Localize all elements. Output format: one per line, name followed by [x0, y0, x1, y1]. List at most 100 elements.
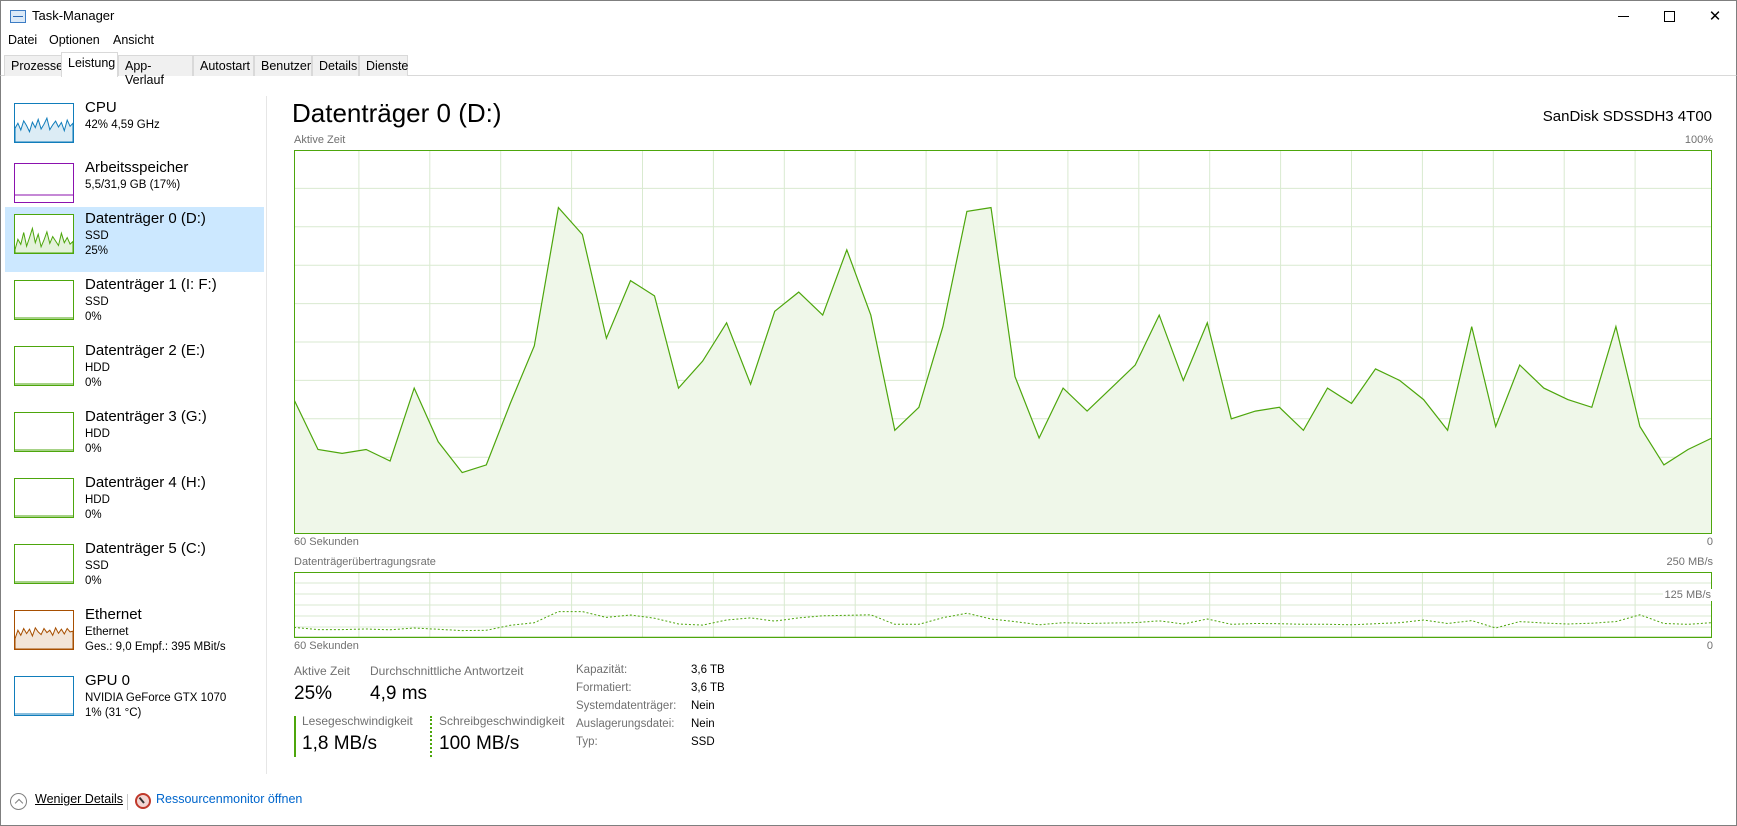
minimize-button[interactable]: [1600, 1, 1646, 31]
resource-monitor-link[interactable]: Ressourcenmonitor öffnen: [156, 792, 302, 806]
memory-graph-icon: [14, 163, 74, 203]
sidebar-item-4[interactable]: Datenträger 2 (E:) HDD 0%: [5, 339, 264, 404]
sidebar-item-detail: HDD: [85, 362, 110, 374]
sidebar-item-name: GPU 0: [85, 672, 131, 689]
maximize-button[interactable]: [1646, 1, 1692, 31]
fewer-details-button[interactable]: Weniger Details: [35, 792, 123, 806]
response-time-label: Durchschnittliche Antwortzeit: [370, 664, 524, 678]
pagefile-label: Auslagerungsdatei:: [576, 718, 675, 730]
disk-graph-icon: [14, 544, 74, 584]
sidebar-item-name: Arbeitsspeicher: [85, 159, 189, 176]
sidebar-item-detail: SSD: [85, 230, 109, 242]
sidebar-item-detail: SSD: [85, 296, 109, 308]
disk-graph-icon: [14, 346, 74, 386]
graph2-max-label: 250 MB/s: [1666, 556, 1713, 568]
tab-dienste[interactable]: Dienste: [359, 55, 408, 76]
sidebar-item-9[interactable]: GPU 0 NVIDIA GeForce GTX 1070 1% (31 °C): [5, 669, 264, 734]
maximize-icon: [1663, 10, 1675, 22]
tab-prozesse[interactable]: Prozesse: [4, 55, 63, 76]
cpu-graph-icon: [14, 103, 74, 143]
type-label: Typ:: [576, 736, 598, 748]
sidebar-item-3[interactable]: Datenträger 1 (I: F:) SSD 0%: [5, 273, 264, 338]
task-manager-app-icon: [10, 10, 26, 23]
thumb-graph: [15, 116, 73, 142]
menu-ansicht[interactable]: Ansicht: [113, 33, 154, 47]
system-disk-label: Systemdatenträger:: [576, 700, 677, 712]
formatted-label: Formatiert:: [576, 682, 632, 694]
thumb-graph: [15, 626, 73, 649]
sidebar-item-detail: 5,5/31,9 GB (17%): [85, 179, 181, 191]
menu-optionen[interactable]: Optionen: [49, 33, 100, 47]
graph1-time-label: 60 Sekunden: [294, 536, 359, 548]
sidebar-divider: [266, 96, 267, 774]
disk-graph-icon: [14, 214, 74, 254]
graph2-min-label: 0: [1706, 640, 1713, 652]
tab-app-verlauf[interactable]: App-Verlauf: [118, 55, 193, 87]
chevron-up-icon[interactable]: [10, 793, 27, 810]
sidebar-item-detail: 42% 4,59 GHz: [85, 119, 160, 131]
close-button[interactable]: ✕: [1692, 1, 1737, 31]
sidebar-item-detail: Ethernet: [85, 626, 129, 638]
sidebar-item-2[interactable]: Datenträger 0 (D:) SSD 25%: [5, 207, 264, 272]
footer-bar: Weniger Details Ressourcenmonitor öffnen: [1, 786, 1736, 824]
capacity-value: 3,6 TB: [691, 664, 725, 676]
sidebar-item-name: Datenträger 4 (H:): [85, 474, 206, 491]
read-speed-value: 1,8 MB/s: [302, 733, 377, 754]
sidebar-item-value: 0%: [85, 443, 102, 455]
window-title: Task-Manager: [32, 8, 115, 23]
formatted-value: 3,6 TB: [691, 682, 725, 694]
sidebar-item-name: Datenträger 0 (D:): [85, 210, 206, 227]
write-rate-line: [294, 611, 1712, 632]
tab-benutzer[interactable]: Benutzer: [254, 55, 312, 76]
sidebar-item-value: 0%: [85, 509, 102, 521]
disk-graph-icon: [14, 478, 74, 518]
sidebar-item-value: 0%: [85, 377, 102, 389]
sidebar-item-value: 0%: [85, 311, 102, 323]
fewer-details-label: Weniger Details: [35, 792, 124, 806]
transfer-rate-graph: [294, 572, 1712, 638]
sidebar-item-name: Datenträger 1 (I: F:): [85, 276, 217, 293]
footer-divider: [127, 794, 128, 810]
pagefile-value: Nein: [691, 718, 715, 730]
tab-leistung[interactable]: Leistung: [61, 52, 118, 77]
device-model: SanDisk SDSSDH3 4T00: [1542, 108, 1712, 125]
sidebar-item-8[interactable]: Ethernet Ethernet Ges.: 9,0 Empf.: 395 MBi…: [5, 603, 264, 668]
tab-details[interactable]: Details: [312, 55, 359, 76]
network-graph-icon: [14, 610, 74, 650]
write-speed-label: Schreibgeschwindigkeit: [439, 714, 565, 728]
sidebar-item-name: Datenträger 3 (G:): [85, 408, 207, 425]
sidebar-item-detail: NVIDIA GeForce GTX 1070: [85, 692, 227, 704]
sidebar-item-name: CPU: [85, 99, 117, 116]
capacity-label: Kapazität:: [576, 664, 628, 676]
disk-graph-icon: [14, 280, 74, 320]
page-title: Datenträger 0 (D:): [292, 98, 502, 128]
write-speed-value: 100 MB/s: [439, 733, 520, 754]
menu-datei[interactable]: Datei: [8, 33, 37, 47]
tab-bar: Prozesse Leistung App-Verlauf Autostart …: [0, 51, 1737, 87]
gpu-graph-icon: [14, 676, 74, 716]
write-speed-marker: [430, 716, 432, 757]
read-speed-marker: [294, 716, 296, 757]
active-time-graph: [294, 150, 1712, 534]
active-time-label: Aktive Zeit: [294, 664, 351, 678]
graph1-min-label: 0: [1706, 536, 1713, 548]
sidebar-item-value: 25%: [85, 245, 109, 257]
graph2-time-label: 60 Sekunden: [294, 640, 359, 652]
minimize-icon: [1617, 15, 1629, 17]
graph2-mid-label: 125 MB/s: [1662, 589, 1713, 601]
graph1-max-label: 100%: [1684, 134, 1713, 146]
sidebar-item-5[interactable]: Datenträger 3 (G:) HDD 0%: [5, 405, 264, 470]
sidebar-item-6[interactable]: Datenträger 4 (H:) HDD 0%: [5, 471, 264, 536]
active-time-area: [294, 207, 1712, 534]
sidebar-item-7[interactable]: Datenträger 5 (C:) SSD 0%: [5, 537, 264, 602]
response-time-value: 4,9 ms: [370, 683, 428, 704]
type-value: SSD: [691, 736, 715, 748]
sidebar-item-value: 0%: [85, 575, 102, 587]
resource-monitor-icon[interactable]: [135, 793, 151, 809]
tab-autostart[interactable]: Autostart: [193, 55, 254, 76]
disk-graph-icon: [14, 412, 74, 452]
sidebar-item-value: Ges.: 9,0 Empf.: 395 MBit/s: [85, 641, 226, 653]
sidebar-item-detail: SSD: [85, 560, 109, 572]
sidebar-item-0[interactable]: CPU 42% 4,59 GHz: [5, 96, 264, 161]
sidebar-item-name: Datenträger 2 (E:): [85, 342, 206, 359]
